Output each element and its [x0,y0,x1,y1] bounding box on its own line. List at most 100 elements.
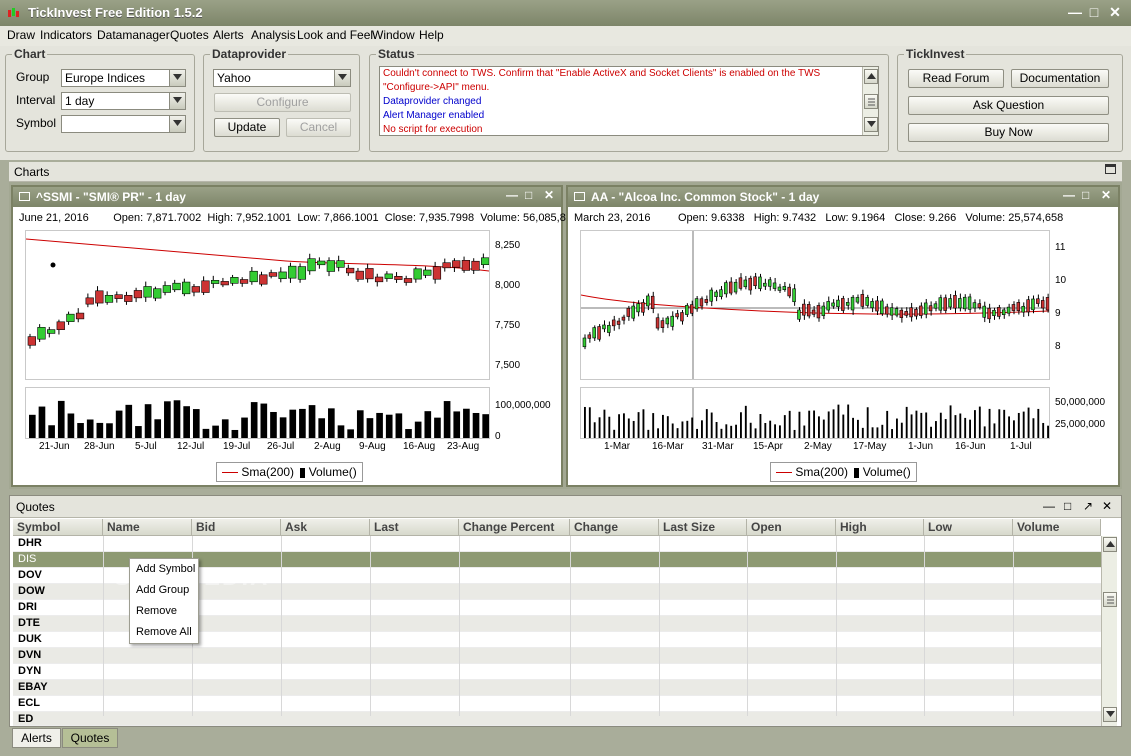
charts-area: ^SSMI - "SMI® PR" - 1 day — □ ✕ June 21,… [9,182,1122,489]
volume-plot[interactable] [25,387,490,439]
candle [37,327,46,340]
menu-indicators[interactable]: Indicators [40,28,92,42]
chevron-down-icon[interactable] [169,70,185,86]
menu-alerts[interactable]: Alerts [213,28,244,42]
candle [699,298,704,307]
candle [943,297,947,311]
y-tick: 11 [1055,242,1066,253]
marker-dot [50,262,56,268]
volume-bar [764,422,767,438]
volume-plot[interactable] [580,387,1050,439]
maximize-icon[interactable]: □ [1064,499,1071,513]
menu-add-symbol[interactable]: Add Symbol [136,563,195,575]
column-name[interactable]: Name [103,519,192,536]
scroll-down-icon[interactable] [864,117,878,132]
scroll-up-icon[interactable] [864,69,878,84]
price-plot[interactable] [25,230,490,380]
buy-now-button[interactable]: Buy Now [908,123,1109,142]
close-icon[interactable]: ✕ [1107,5,1123,20]
scroll-thumb-icon[interactable] [1103,592,1117,607]
maximize-icon[interactable] [1105,164,1116,174]
chart-window-ssmi[interactable]: ^SSMI - "SMI® PR" - 1 day — □ ✕ June 21,… [11,185,578,487]
menu-window[interactable]: Window [372,28,415,42]
volume-chart-svg [29,400,489,438]
minimize-icon[interactable]: — [1067,5,1083,20]
menu-help[interactable]: Help [419,28,444,42]
chart-window-header[interactable]: ^SSMI - "SMI® PR" - 1 day — □ ✕ [13,187,561,207]
status-scrollbar[interactable] [862,67,878,135]
chevron-down-icon[interactable] [169,116,185,132]
column-ask[interactable]: Ask [281,519,370,536]
close-icon[interactable]: ✕ [544,188,554,202]
menu-datamanager[interactable]: Datamanager [97,28,170,42]
y-tick: 10 [1055,275,1067,286]
group-select[interactable]: Europe Indices [61,69,186,87]
menu-add-group[interactable]: Add Group [136,584,189,596]
menu-look-and-feel[interactable]: Look and Feel [297,28,373,42]
ask-question-button[interactable]: Ask Question [908,96,1109,115]
price-plot[interactable] [580,230,1050,380]
table-row[interactable]: DVN [13,648,1101,664]
volume-bar [818,416,820,438]
maximize-icon[interactable]: □ [525,188,532,202]
interval-select[interactable]: 1 day [61,92,186,110]
volume-bar [289,409,297,438]
table-row[interactable]: ECL [13,696,1101,712]
documentation-button[interactable]: Documentation [1011,69,1109,88]
update-button[interactable]: Update [214,118,280,137]
column-last-size[interactable]: Last Size [659,519,747,536]
tab-quotes[interactable]: Quotes [62,728,118,748]
menu-remove[interactable]: Remove [136,605,177,617]
table-row[interactable]: EBAY [13,680,1101,696]
dataprovider-select[interactable]: Yahoo [213,69,351,87]
column-open[interactable]: Open [747,519,836,536]
maximize-icon[interactable]: □ [1082,188,1089,202]
maximize-icon[interactable]: □ [1086,5,1102,20]
candle [307,258,316,272]
status-log[interactable]: Couldn't connect to TWS. Confirm that "E… [379,66,879,136]
undock-icon[interactable]: ↗ [1083,499,1093,513]
scroll-thumb-icon[interactable] [864,94,878,109]
candle [278,271,287,280]
close-icon[interactable]: ✕ [1101,188,1111,202]
table-row[interactable]: ED [13,712,1101,726]
configure-button[interactable]: Configure [214,93,351,112]
minimize-icon[interactable]: — [1063,188,1075,202]
minimize-icon[interactable]: — [506,188,518,202]
column-high[interactable]: High [836,519,924,536]
column-change-percent[interactable]: Change Percent [459,519,570,536]
menu-draw[interactable]: Draw [7,28,35,42]
chart-window-header[interactable]: AA - "Alcoa Inc. Common Stock" - 1 day —… [568,187,1118,207]
legend-volume: Volume() [862,465,911,479]
tab-alerts[interactable]: Alerts [12,728,61,748]
column-bid[interactable]: Bid [192,519,281,536]
read-forum-button[interactable]: Read Forum [908,69,1004,88]
cancel-button[interactable]: Cancel [286,118,351,137]
chevron-down-icon[interactable] [334,70,350,86]
quotes-scrollbar[interactable] [1101,536,1117,726]
candle [850,296,855,311]
table-row[interactable]: DHR [13,536,1101,552]
column-volume[interactable]: Volume [1013,519,1101,536]
menu-analysis[interactable]: Analysis [251,28,296,42]
chevron-down-icon[interactable] [169,93,185,109]
minimize-icon[interactable]: — [1043,499,1055,513]
menu-remove-all[interactable]: Remove All [136,626,192,638]
chart-window-aa[interactable]: AA - "Alcoa Inc. Common Stock" - 1 day —… [566,185,1120,487]
volume-bar [1003,409,1006,438]
volume-bar [725,424,728,438]
close-icon[interactable]: ✕ [1102,499,1112,513]
candle [904,311,908,316]
column-last[interactable]: Last [370,519,459,536]
volume-bar [939,412,942,438]
scroll-up-icon[interactable] [1103,537,1117,552]
scroll-down-icon[interactable] [1103,707,1117,722]
symbol-select[interactable] [61,115,186,133]
menu-quotes[interactable]: Quotes [170,28,209,42]
x-tick: 16-Jun [955,441,986,452]
column-symbol[interactable]: Symbol [13,519,103,536]
column-low[interactable]: Low [924,519,1013,536]
volume-bar [1013,420,1015,438]
table-row[interactable]: DYN [13,664,1101,680]
column-change[interactable]: Change [570,519,659,536]
